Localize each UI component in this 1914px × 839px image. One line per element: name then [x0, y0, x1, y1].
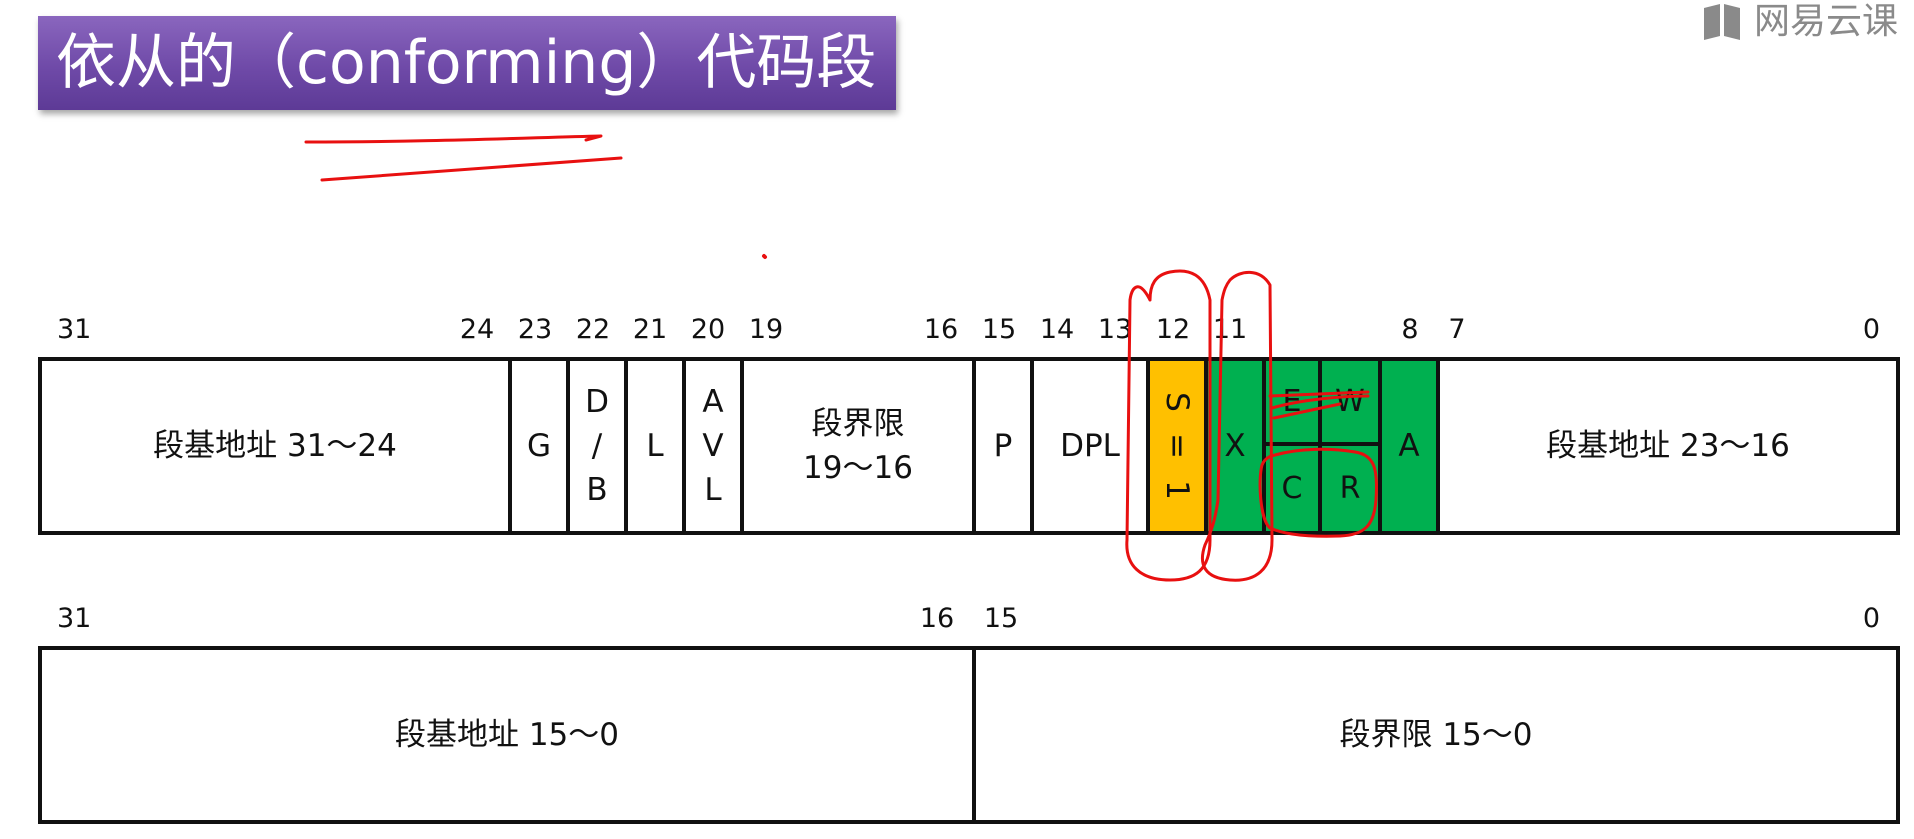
- field-g: G: [508, 361, 566, 531]
- descriptor-high-dword: 段基地址 31～24 G D / B L A V L 段界限 19～16 P D…: [38, 357, 1900, 535]
- bit-label: 23: [517, 314, 553, 345]
- bit-label: 15: [981, 314, 1017, 345]
- bit-label: 31: [57, 314, 92, 345]
- field-db-line: /: [591, 428, 603, 464]
- field-db-line: D: [585, 384, 609, 420]
- field-r: R: [1339, 470, 1361, 506]
- field-limit-15-0: 段界限 15～0: [972, 650, 1896, 820]
- page-title: 依从的（conforming）代码段: [38, 16, 896, 110]
- field-c: C: [1266, 446, 1322, 531]
- bit-label: 7: [1448, 314, 1466, 345]
- field-s: S = 1: [1146, 361, 1204, 531]
- bit-label: 19: [748, 314, 784, 345]
- bit-label: 15: [983, 603, 1019, 634]
- field-avl-line: A: [702, 384, 724, 420]
- field-p: P: [972, 361, 1030, 531]
- bit-label: 24: [459, 314, 495, 345]
- field-base-31-24: 段基地址 31～24: [153, 428, 397, 464]
- field-limit-line: 19～16: [803, 450, 913, 486]
- field-limit-19-16: 段界限 19～16: [740, 361, 972, 531]
- ink-dot: [762, 254, 767, 259]
- field-limit-line: 段界限: [811, 406, 905, 442]
- field-w: W: [1322, 361, 1378, 446]
- field-dpl: DPL: [1030, 361, 1146, 531]
- field-x: X: [1204, 361, 1262, 531]
- bit-label: 8: [1401, 314, 1419, 345]
- bit-label: 12: [1155, 314, 1191, 345]
- field-base-23-16: 段基地址 23～16: [1436, 361, 1896, 531]
- bit-label: 21: [632, 314, 668, 345]
- field-s-line: 1: [1158, 480, 1195, 500]
- descriptor-low-dword: 段基地址 15～0 段界限 15～0: [38, 646, 1900, 824]
- field-e: E: [1266, 361, 1322, 446]
- field-type-ewcr: E W C R: [1262, 361, 1378, 531]
- field-s-line: S: [1159, 392, 1195, 412]
- bit-label: 31: [57, 603, 92, 634]
- bit-label: 11: [1212, 314, 1248, 345]
- bit-label: 20: [690, 314, 726, 345]
- field-base-15-0: 段基地址 15～0: [394, 717, 620, 753]
- bit-label: 16: [919, 603, 955, 634]
- field-avl-line: V: [702, 428, 724, 464]
- field-db-line: B: [586, 472, 608, 508]
- bit-label: 0: [1862, 603, 1880, 634]
- field-s-line: =: [1158, 433, 1195, 459]
- watermark-text: 网易云课: [1754, 1, 1899, 42]
- field-db: D / B: [566, 361, 624, 531]
- bit-label: 16: [923, 314, 959, 345]
- bit-label: 22: [575, 314, 611, 345]
- bit-label: 14: [1039, 314, 1075, 345]
- book-icon: [1704, 4, 1740, 40]
- field-avl-line: L: [704, 472, 722, 508]
- underline-stroke: [304, 134, 603, 144]
- underline-stroke: [320, 156, 623, 182]
- watermark: 网易云课: [1700, 0, 1898, 44]
- bit-label: 0: [1862, 314, 1880, 345]
- bit-label: 13: [1097, 314, 1133, 345]
- field-l: L: [624, 361, 682, 531]
- field-a: A: [1378, 361, 1436, 531]
- field-avl: A V L: [682, 361, 740, 531]
